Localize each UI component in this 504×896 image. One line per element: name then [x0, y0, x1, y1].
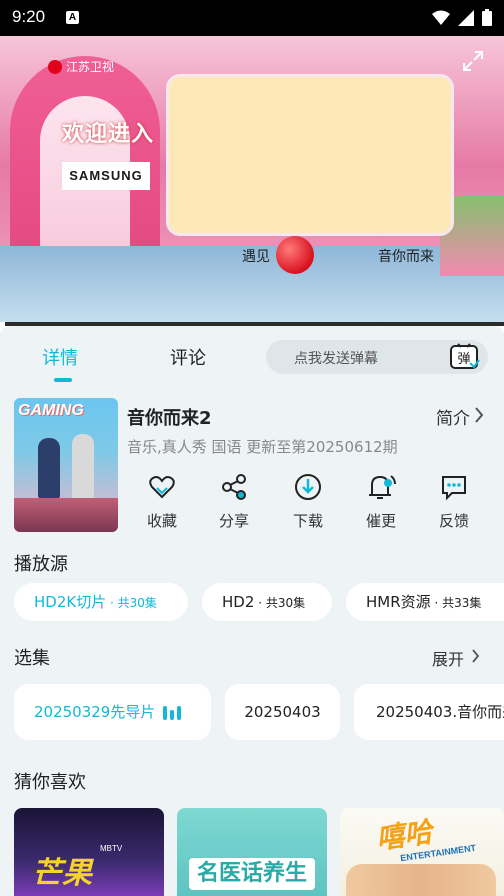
- tab-indicator: [54, 378, 72, 382]
- fullscreen-icon[interactable]: [462, 50, 484, 72]
- share-button[interactable]: 分享: [210, 472, 258, 531]
- status-bar: 9:20 A: [0, 0, 504, 36]
- video-red-ball: [276, 236, 314, 274]
- video-welcome-text: 欢迎进入: [62, 122, 155, 147]
- recommend-poster-text: 名医话养生: [189, 858, 315, 890]
- recommend-poster-people: [346, 864, 496, 896]
- poster-figure-right: [72, 434, 94, 500]
- video-stage-screen: [166, 74, 454, 236]
- recommend-card[interactable]: 芒果 MBTV: [14, 808, 164, 896]
- danmu-icon-glyph: 弹: [457, 352, 470, 367]
- episode-item[interactable]: 20250329先导片: [14, 684, 211, 740]
- danmu-icon[interactable]: 弹: [450, 343, 480, 371]
- source-chip[interactable]: HD2K切片 · 共30集: [14, 583, 188, 621]
- show-title: 音你而来2: [127, 408, 212, 429]
- video-caption-left: 遇见: [242, 249, 270, 265]
- danmu-input[interactable]: 点我发送弹幕 弹: [266, 340, 488, 374]
- heart-icon: [149, 476, 175, 499]
- episode-label: 20250403.音你而来: [376, 703, 504, 721]
- show-meta: 音乐,真人秀 国语 更新至第20250612期: [127, 438, 398, 456]
- episodes-expand-link[interactable]: 展开: [432, 646, 464, 670]
- download-label: 下载: [292, 512, 323, 530]
- source-count: · 共30集: [106, 596, 157, 610]
- recommend-poster-text: 芒果: [32, 856, 92, 891]
- favorite-label: 收藏: [146, 512, 177, 530]
- favorite-button[interactable]: 收藏: [138, 472, 186, 531]
- status-icons: [432, 9, 492, 26]
- recommend-card[interactable]: 嘻哈 ENTERTAINMENT: [340, 808, 504, 896]
- channel-logo: 江苏卫视: [48, 58, 114, 75]
- download-button[interactable]: 下载: [284, 472, 332, 531]
- download-icon: [295, 474, 321, 500]
- detail-sheet: 详情 评论 点我发送弹幕 弹 GAMING 音你而来2 简介 音乐,真人秀 国语…: [0, 326, 504, 896]
- tab-details[interactable]: 详情: [42, 344, 78, 370]
- intro-link[interactable]: 简介: [436, 404, 470, 429]
- source-count: · 共33集: [430, 596, 482, 610]
- episodes-heading: 选集: [14, 648, 50, 669]
- feedback-button[interactable]: 反馈: [430, 472, 478, 531]
- video-caption-right: 音你而来: [378, 249, 434, 265]
- video-progress-fill: [0, 322, 6, 326]
- status-time: 9:20: [12, 7, 46, 26]
- source-chip[interactable]: HD2 · 共30集: [202, 583, 332, 621]
- urge-update-button[interactable]: 催更: [357, 472, 405, 531]
- urge-update-label: 催更: [365, 512, 396, 530]
- source-name: HMR资源: [366, 593, 431, 611]
- playing-indicator-icon: [163, 705, 182, 720]
- notification-icon: A: [66, 11, 79, 24]
- channel-logo-mark: [48, 59, 62, 74]
- tab-comments[interactable]: 评论: [170, 344, 206, 370]
- share-icon: [222, 474, 246, 500]
- recommend-heading: 猜你喜欢: [14, 772, 86, 793]
- poster-figure-left: [38, 438, 60, 498]
- source-name: HD2: [222, 593, 255, 611]
- battery-icon: [482, 9, 492, 26]
- danmu-placeholder: 点我发送弹幕: [294, 351, 378, 367]
- episode-item[interactable]: 20250403: [225, 684, 340, 740]
- episode-label: 20250329先导片: [34, 703, 156, 721]
- sponsor-logo: SAMSUNG: [62, 162, 150, 190]
- feedback-icon: [442, 476, 466, 501]
- episode-label: 20250403: [244, 703, 321, 721]
- source-count: · 共30集: [254, 596, 306, 610]
- sources-heading: 播放源: [14, 554, 68, 575]
- chevron-right-icon[interactable]: [474, 406, 484, 424]
- show-poster[interactable]: GAMING: [14, 398, 118, 532]
- bell-icon: [369, 475, 396, 499]
- wifi-icon: [432, 10, 450, 25]
- source-name: HD2K切片: [34, 593, 107, 611]
- share-label: 分享: [218, 512, 249, 530]
- poster-road: [14, 498, 118, 532]
- recommend-card[interactable]: 名医话养生: [177, 808, 327, 896]
- video-player[interactable]: 江苏卫视 欢迎进入 SAMSUNG 遇见 音你而来: [0, 36, 504, 326]
- signal-icon: [458, 9, 474, 26]
- episode-item[interactable]: 20250403.音你而来: [354, 684, 504, 740]
- feedback-label: 反馈: [438, 512, 469, 530]
- poster-title-text: GAMING: [18, 402, 84, 419]
- recommend-poster-sub: MBTV: [100, 844, 123, 853]
- source-chip[interactable]: HMR资源 · 共33集: [346, 583, 504, 621]
- channel-logo-text: 江苏卫视: [66, 60, 115, 74]
- chevron-right-icon[interactable]: [471, 648, 480, 664]
